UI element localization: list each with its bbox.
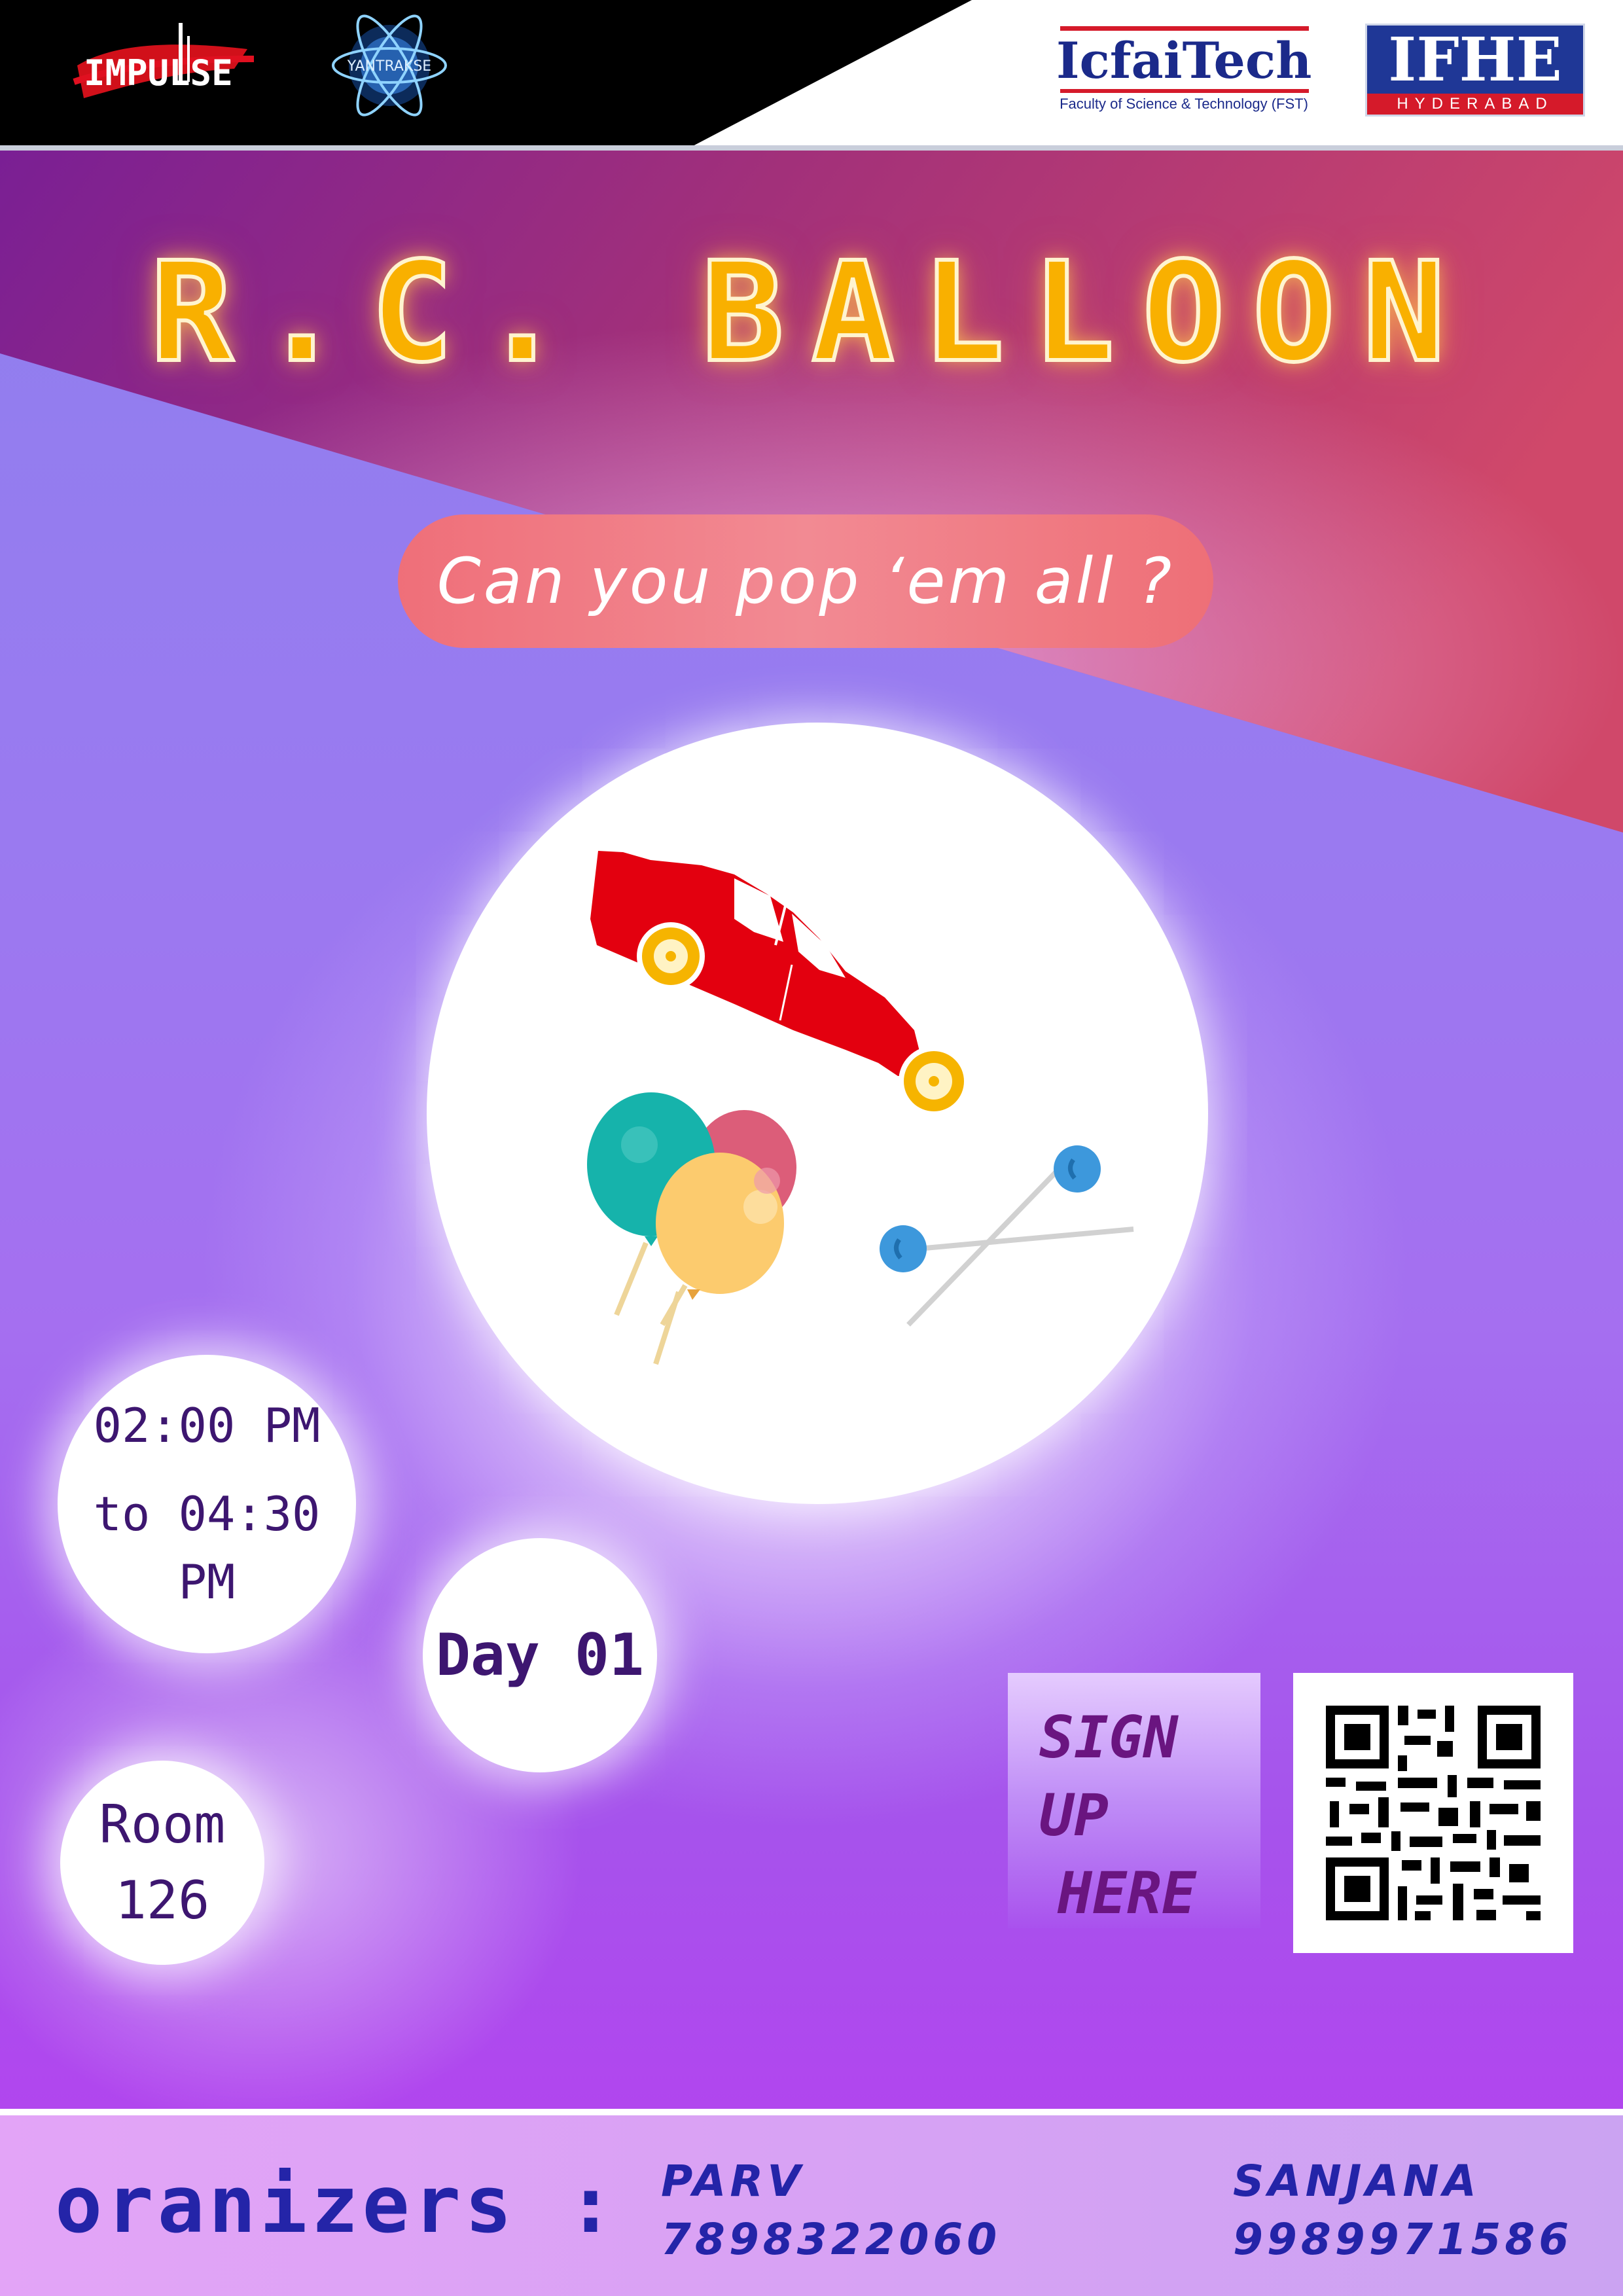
header-divider bbox=[0, 145, 1623, 151]
car-icon bbox=[590, 851, 969, 1117]
yantraksh-logo: YANTRAKSE bbox=[332, 14, 447, 117]
header-bar: IMPULSE YANTRAKSE IcfaiTech Faculty of S… bbox=[0, 0, 1623, 147]
organizer-name: PARV bbox=[661, 2156, 805, 2206]
balloons-icon bbox=[587, 1092, 796, 1365]
ifhe-logo: IFHE HYDERABAD bbox=[1365, 24, 1585, 117]
icfaitech-name: IcfaiTech bbox=[1056, 31, 1312, 90]
impulse-logo: IMPULSE bbox=[73, 23, 255, 98]
icfaitech-subtitle: Faculty of Science & Technology (FST) bbox=[1060, 96, 1308, 112]
ifhe-name: IFHE bbox=[1388, 24, 1562, 95]
organizer-phone[interactable]: 9989971586 bbox=[1233, 2210, 1573, 2269]
yantraksh-logo-text: YANTRAKSE bbox=[347, 58, 431, 75]
impulse-logo-text: IMPULSE bbox=[84, 52, 233, 94]
qr-code-box[interactable] bbox=[1293, 1673, 1573, 1953]
qr-code-icon[interactable] bbox=[1293, 1673, 1573, 1953]
time-circle: 02:00 PM to 04:30 PM bbox=[58, 1355, 356, 1653]
room-circle: Room 126 bbox=[60, 1761, 264, 1965]
footer-divider bbox=[0, 2109, 1623, 2115]
time-start: 02:00 PM bbox=[93, 1398, 321, 1454]
organizer-name: SANJANA bbox=[1233, 2156, 1480, 2206]
tagline-pill: Can you pop ‘em all ? bbox=[398, 514, 1213, 648]
illustration bbox=[587, 851, 1134, 1365]
ifhe-subtitle: HYDERABAD bbox=[1367, 94, 1583, 115]
time-end: to 04:30 PM bbox=[93, 1486, 321, 1610]
room-number: 126 bbox=[115, 1870, 210, 1931]
event-title: R.C. BALLOON bbox=[148, 230, 1473, 395]
tagline-text: Can you pop ‘em all ? bbox=[437, 545, 1175, 618]
day-circle: Day 01 bbox=[423, 1538, 657, 1772]
organizer-phone[interactable]: 7898322060 bbox=[661, 2210, 1001, 2269]
signup-line2: HERE bbox=[1058, 1859, 1196, 1927]
organizer-contact: SANJANA 9989971586 bbox=[1233, 2152, 1573, 2269]
room-label: Room bbox=[99, 1794, 226, 1855]
organizers-label: oranizers : bbox=[55, 2160, 618, 2251]
organizer-contact: PARV 7898322060 bbox=[661, 2152, 1001, 2269]
pins-icon bbox=[880, 1145, 1134, 1327]
signup-box[interactable]: SIGN UP HERE bbox=[1008, 1673, 1260, 1928]
icfaitech-logo: IcfaiTech Faculty of Science & Technolog… bbox=[1056, 26, 1311, 118]
day-label: Day 01 bbox=[436, 1621, 644, 1689]
signup-line1: SIGN UP bbox=[1039, 1704, 1178, 1849]
